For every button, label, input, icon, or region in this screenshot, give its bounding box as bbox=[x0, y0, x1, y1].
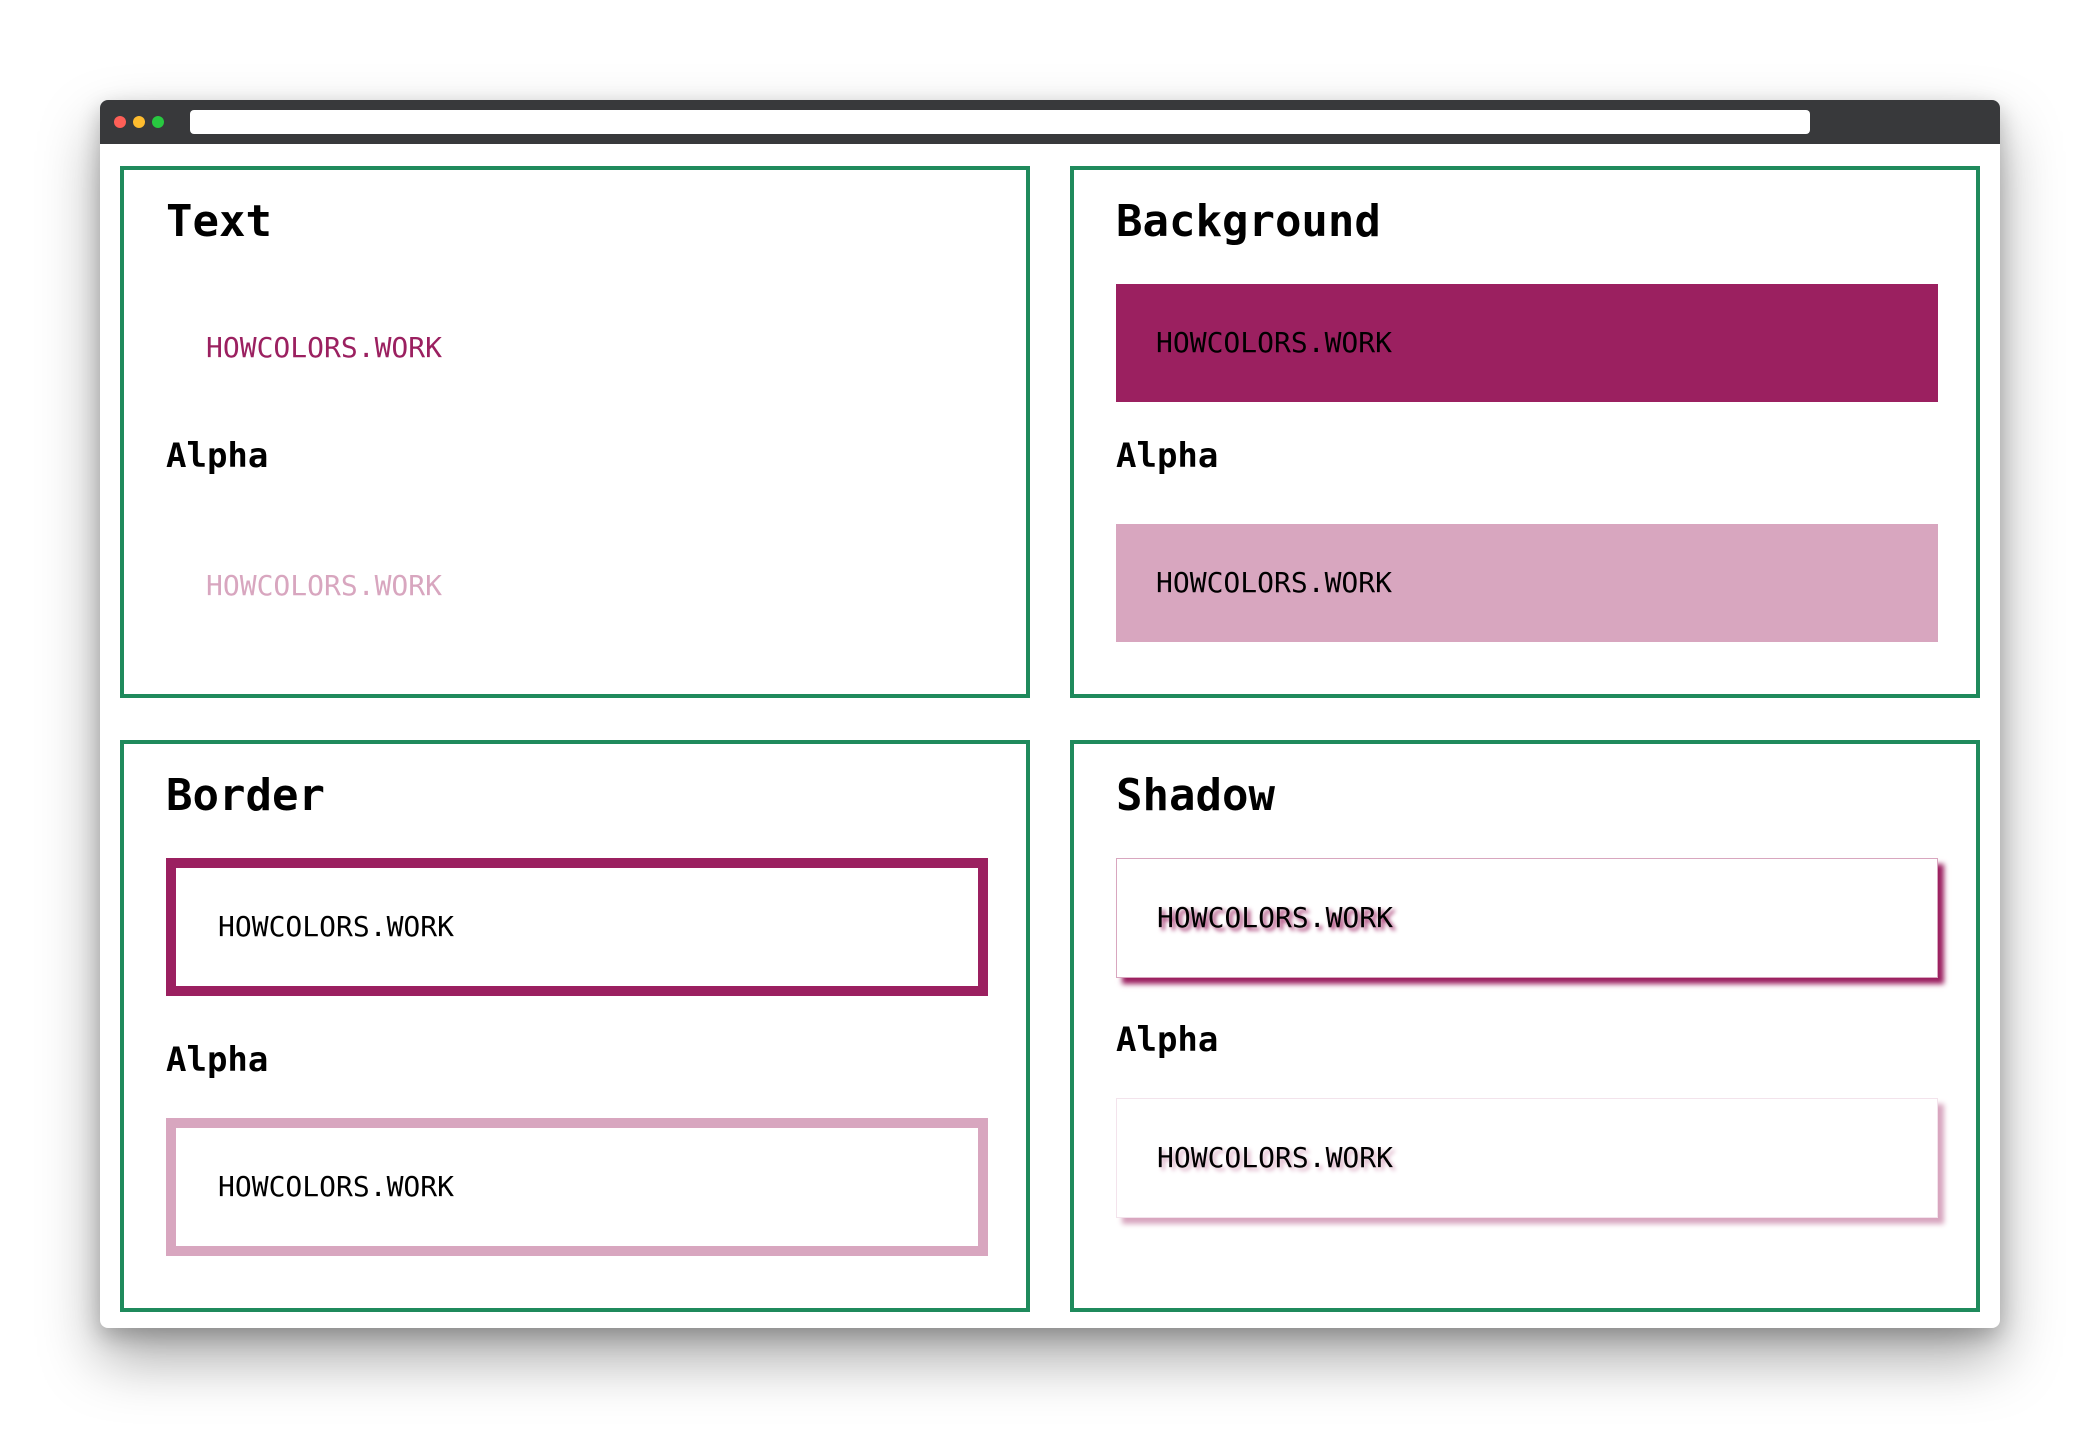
background-alpha-label: Alpha bbox=[1116, 436, 1219, 476]
border-alpha-sample-text: HOWCOLORS.WORK bbox=[218, 1170, 455, 1203]
text-panel-title: Text bbox=[166, 196, 272, 247]
text-panel: Text HOWCOLORS.WORK Alpha HOWCOLORS.WORK bbox=[120, 166, 1030, 698]
shadow-alpha-label: Alpha bbox=[1116, 1020, 1219, 1060]
border-alpha-label: Alpha bbox=[166, 1040, 269, 1080]
text-color-sample: HOWCOLORS.WORK bbox=[206, 331, 443, 364]
maximize-window-icon[interactable] bbox=[152, 116, 164, 128]
window-titlebar bbox=[100, 100, 2000, 144]
border-color-box: HOWCOLORS.WORK bbox=[166, 858, 988, 996]
text-alpha-color-sample: HOWCOLORS.WORK bbox=[206, 569, 443, 602]
border-color-sample-text: HOWCOLORS.WORK bbox=[218, 910, 455, 943]
background-panel: Background HOWCOLORS.WORK Alpha HOWCOLOR… bbox=[1070, 166, 1980, 698]
border-alpha-color-box: HOWCOLORS.WORK bbox=[166, 1118, 988, 1256]
shadow-panel-title: Shadow bbox=[1116, 770, 1275, 821]
close-window-icon[interactable] bbox=[114, 116, 126, 128]
background-alpha-sample-text: HOWCOLORS.WORK bbox=[1156, 566, 1393, 599]
background-color-sample-text: HOWCOLORS.WORK bbox=[1156, 326, 1393, 359]
shadow-alpha-sample-text: HOWCOLORS.WORK bbox=[1157, 1141, 1394, 1174]
shadow-color-sample-text: HOWCOLORS.WORK bbox=[1157, 901, 1394, 934]
shadow-panel: Shadow HOWCOLORS.WORK Alpha HOWCOLORS.WO… bbox=[1070, 740, 1980, 1312]
background-color-box: HOWCOLORS.WORK bbox=[1116, 284, 1938, 402]
shadow-alpha-color-box: HOWCOLORS.WORK bbox=[1116, 1098, 1938, 1218]
border-panel-title: Border bbox=[166, 770, 325, 821]
browser-window: Text HOWCOLORS.WORK Alpha HOWCOLORS.WORK… bbox=[100, 100, 2000, 1328]
address-bar[interactable] bbox=[190, 110, 1810, 134]
border-panel: Border HOWCOLORS.WORK Alpha HOWCOLORS.WO… bbox=[120, 740, 1030, 1312]
shadow-color-box: HOWCOLORS.WORK bbox=[1116, 858, 1938, 978]
background-panel-title: Background bbox=[1116, 196, 1381, 247]
background-alpha-color-box: HOWCOLORS.WORK bbox=[1116, 524, 1938, 642]
minimize-window-icon[interactable] bbox=[133, 116, 145, 128]
text-alpha-label: Alpha bbox=[166, 436, 269, 476]
